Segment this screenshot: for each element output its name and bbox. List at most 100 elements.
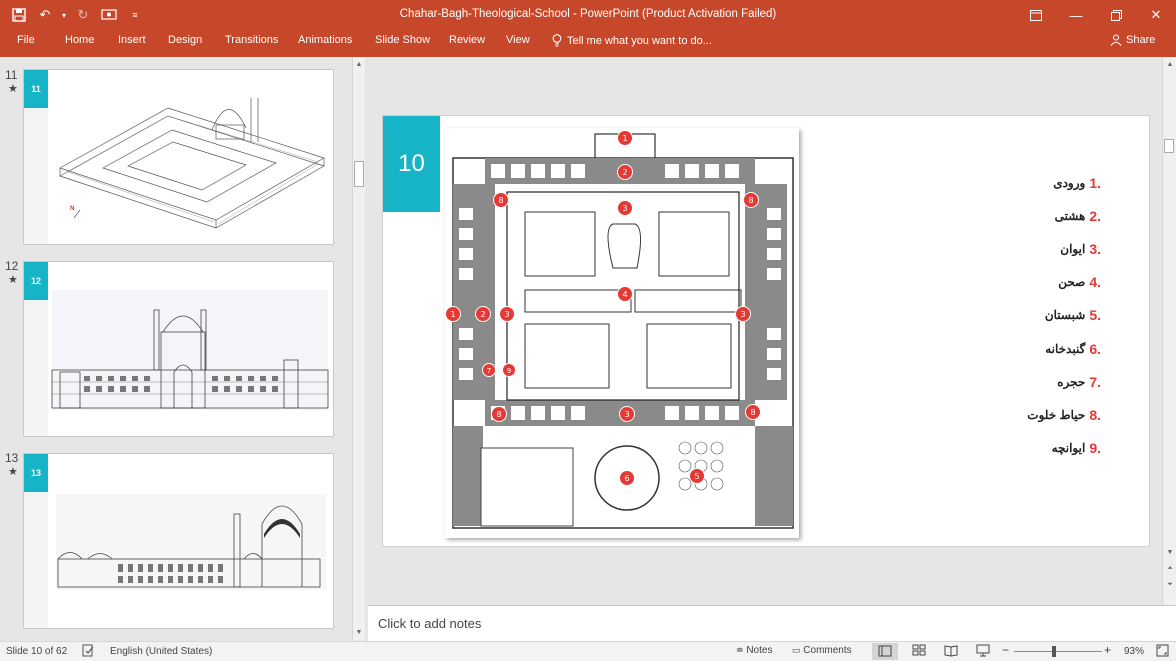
restore-icon[interactable] [1096,0,1136,30]
thumb-badge: 11 [24,70,48,108]
legend-item: 3. ایوان [901,232,1101,265]
normal-view-button[interactable] [872,643,898,660]
marker-3-top: 3 [617,200,633,216]
elevation-drawing [51,290,329,410]
svg-text:1: 1 [450,310,455,319]
ribbon-display-options-icon[interactable] [1016,0,1056,30]
slide-editing-area: 10 1 2 3 8 8 4 1 2 3 3 7 9 8 3 8 6 5 1. … [368,57,1162,605]
slide-canvas[interactable]: 10 1 2 3 8 8 4 1 2 3 3 7 9 8 3 8 6 5 1. … [382,115,1150,547]
marker-8-tr: 8 [743,192,759,208]
svg-text:7: 7 [487,367,491,375]
fit-slide-button[interactable] [1156,644,1169,660]
notes-toggle-button[interactable]: ≐ Notes [736,645,772,656]
marker-8-tl: 8 [493,192,509,208]
legend-number: 5. [1089,307,1101,324]
legend-number: 9. [1089,440,1101,457]
tab-view[interactable]: View [506,34,530,46]
legend-item: 6. گنبدخانه [901,332,1101,365]
slide-thumbnail-13[interactable]: 13 [23,453,334,629]
tab-transitions[interactable]: Transitions [225,34,278,46]
tell-me-box[interactable]: Tell me what you want to do... [552,34,712,47]
notes-icon: ≐ [736,645,744,655]
tab-review[interactable]: Review [449,34,485,46]
notes-pane[interactable]: Click to add notes [368,605,1176,641]
plan-legend: 1. ورودی 2. هشتی 3. ایوان 4. صحن 5. شبستان 6.… [901,166,1101,465]
previous-slide-icon[interactable]: ⏶ [1164,563,1176,575]
scroll-down-icon[interactable]: ▼ [353,627,365,639]
tab-design[interactable]: Design [168,34,202,46]
svg-text:9: 9 [507,367,511,375]
scrollbar-thumb[interactable] [354,161,364,187]
floor-plan-image[interactable]: 1 2 3 8 8 4 1 2 3 3 7 9 8 3 8 6 5 [445,128,799,538]
legend-number: 1. [1089,174,1101,191]
legend-text: حیاط خلوت [1027,407,1086,422]
legend-number: 8. [1089,406,1101,423]
marker-7: 7 [482,363,496,377]
scrollbar-thumb[interactable] [1164,139,1174,153]
lightbulb-icon [552,34,562,47]
svg-text:3: 3 [624,410,629,419]
tab-slide-show[interactable]: Slide Show [375,34,430,46]
scroll-up-icon[interactable]: ▲ [353,59,365,71]
share-button[interactable]: Share [1110,34,1155,46]
marker-9: 9 [502,363,516,377]
thumb-badge: 13 [24,454,48,492]
zoom-slider-track[interactable] [1014,651,1102,652]
marker-8-bl: 8 [491,406,507,422]
thumb-number: 13 [5,451,19,465]
fit-slide-icon [1156,644,1169,657]
slide-sorter-button[interactable] [912,644,926,660]
reading-view-button[interactable] [944,644,958,660]
scroll-down-icon[interactable]: ▼ [1164,547,1176,559]
tab-home[interactable]: Home [65,34,94,46]
zoom-in-icon[interactable]: + [1104,643,1111,657]
svg-text:6: 6 [624,474,629,483]
scroll-up-icon[interactable]: ▲ [1164,59,1176,71]
zoom-slider-thumb[interactable] [1052,646,1056,657]
comments-button[interactable]: ▭ Comments [792,645,852,656]
slide-thumbnail-12[interactable]: 12 [23,261,334,437]
status-bar: Slide 10 of 62 English (United States) ≐… [0,641,1176,661]
animation-star-icon: ★ [8,83,18,95]
tab-insert[interactable]: Insert [118,34,146,46]
notes-placeholder: Click to add notes [378,616,482,631]
svg-text:3: 3 [504,310,509,319]
close-icon[interactable]: ✕ [1136,0,1176,30]
section-drawing [56,494,326,590]
legend-item: 1. ورودی [901,166,1101,199]
svg-text:2: 2 [480,310,485,319]
legend-number: 3. [1089,240,1101,257]
legend-text: هشتی [1054,208,1086,223]
language-indicator[interactable]: English (United States) [110,646,212,657]
title-bar: ↶ ▾ ↻ ≡ Chahar-Bagh-Theological-School -… [0,0,1176,30]
next-slide-icon[interactable]: ⏷ [1164,579,1176,591]
legend-number: 6. [1089,340,1101,357]
tab-animations[interactable]: Animations [298,34,352,46]
slide-scrollbar[interactable]: ▲ ▼ ⏶ ⏷ [1162,57,1176,605]
legend-item: 4. صحن [901,266,1101,299]
marker-1-left: 1 [445,306,461,322]
slide-thumbnail-11[interactable]: 11 N [23,69,334,245]
svg-text:3: 3 [740,310,745,319]
svg-text:4: 4 [622,290,627,299]
isometric-drawing: N [59,98,325,229]
zoom-out-icon[interactable]: − [1002,643,1009,657]
slide-number-badge: 10 [383,116,440,212]
spelling-check-icon[interactable] [82,644,95,660]
marker-2-top: 2 [617,164,633,180]
tab-file[interactable]: File [17,34,35,46]
thumbnail-scrollbar[interactable]: ▲ ▼ [352,57,365,641]
legend-item: 5. شبستان [901,299,1101,332]
slide-show-button[interactable] [976,644,990,660]
zoom-level[interactable]: 93% [1124,646,1144,657]
thumb-number: 11 [5,68,18,82]
legend-text: ورودی [1053,175,1086,190]
slide-counter: Slide 10 of 62 [6,646,68,657]
legend-text: صحن [1058,275,1086,290]
marker-2-left: 2 [475,306,491,322]
svg-text:N: N [70,205,75,212]
normal-view-icon [878,645,892,657]
window-title: Chahar-Bagh-Theological-School - PowerPo… [399,8,777,20]
legend-number: 4. [1089,274,1101,291]
minimize-icon[interactable]: — [1056,0,1096,30]
